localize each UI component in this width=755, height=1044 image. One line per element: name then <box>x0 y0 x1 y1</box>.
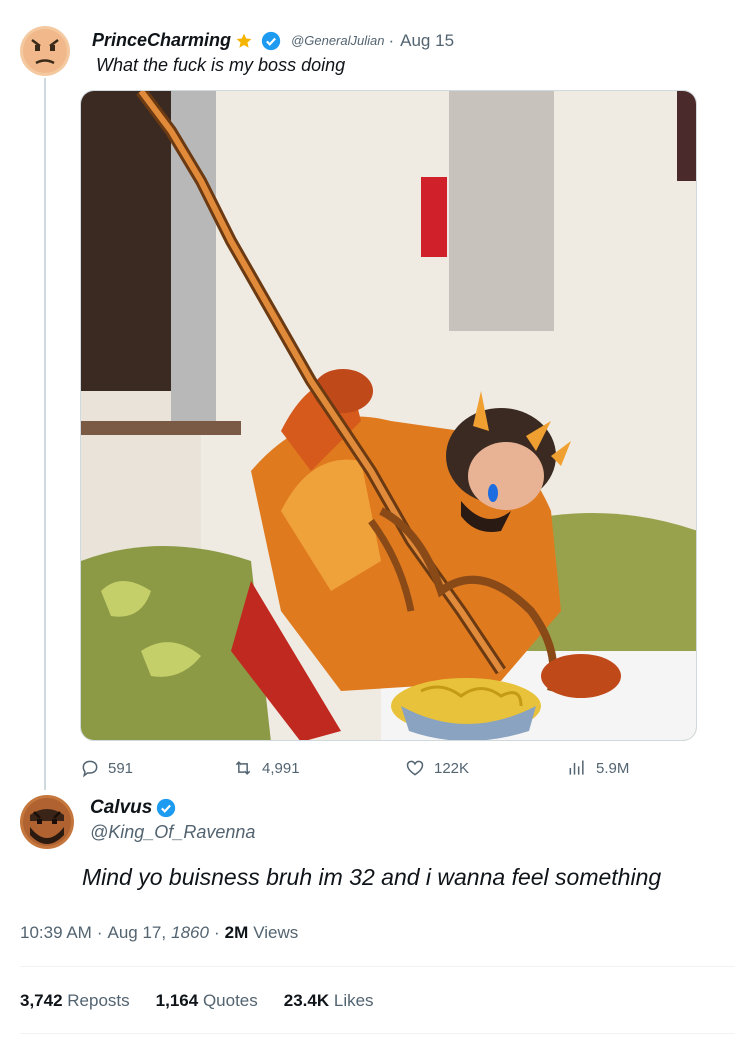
tweet-date[interactable]: Aug 17, <box>108 923 167 943</box>
quotes-stat-label: Quotes <box>202 991 258 1010</box>
like-action-button[interactable]: 122K <box>404 758 469 778</box>
verified-badge-icon <box>261 31 281 50</box>
divider <box>20 966 735 967</box>
reply-count: 591 <box>108 759 134 777</box>
reposts-stat-label: Reposts <box>67 991 130 1010</box>
tweet-meta-line: 10:39 AM · Aug 17, 1860 · 2M Views <box>20 923 298 943</box>
reposts-stat[interactable]: 3,742 Reposts <box>20 991 130 1011</box>
thread-connector-line <box>44 78 46 790</box>
quotes-stat-count: 1,164 <box>155 991 199 1010</box>
view-count: 5.9M <box>596 759 630 777</box>
original-handle[interactable]: @GeneralJulian <box>291 33 384 48</box>
meta-separator: · <box>213 923 220 942</box>
views-label: Views <box>253 923 299 942</box>
views-action-button[interactable]: 5.9M <box>566 758 629 778</box>
reply-action-button[interactable]: 591 <box>80 758 133 778</box>
heart-icon <box>406 760 424 776</box>
media-illustration <box>81 91 696 740</box>
bearded-face-avatar-icon <box>20 795 74 849</box>
like-count: 122K <box>434 759 470 777</box>
reply-tweet-text: Mind yo buisness bruh im 32 and i wanna … <box>82 864 662 890</box>
header-separator: · <box>388 30 395 50</box>
repost-action-button[interactable]: 4,991 <box>232 758 300 778</box>
engagement-stats: 3,742 Reposts 1,164 Quotes 23.4K Likes <box>20 991 374 1011</box>
tweet-media-image[interactable] <box>80 90 697 741</box>
reply-display-name[interactable]: Calvus <box>90 797 152 819</box>
reply-handle[interactable]: @King_Of_Ravenna <box>90 822 255 843</box>
original-tweet-header: PrinceCharming @GeneralJulian · Aug 15 <box>92 30 454 51</box>
views-count: 2M <box>224 923 249 942</box>
tweet-year: 1860 <box>171 923 209 942</box>
repost-arrows-icon <box>235 761 251 775</box>
original-date[interactable]: Aug 15 <box>400 31 454 51</box>
repost-count: 4,991 <box>262 759 300 777</box>
likes-stat-label: Likes <box>333 991 374 1010</box>
reply-bubble-icon <box>82 760 98 778</box>
analytics-bars-icon <box>569 760 584 775</box>
likes-stat-count: 23.4K <box>283 991 330 1010</box>
reply-author-avatar[interactable] <box>20 795 74 849</box>
meta-separator: · <box>96 923 103 942</box>
reply-header: Calvus <box>90 797 176 819</box>
likes-stat[interactable]: 23.4K Likes <box>284 991 374 1011</box>
original-author-avatar[interactable] <box>20 26 70 76</box>
original-tweet-text: What the fuck is my boss doing <box>96 55 346 75</box>
verified-badge-icon <box>157 798 176 818</box>
tweet-time[interactable]: 10:39 AM <box>20 923 92 943</box>
star-icon <box>236 33 252 48</box>
reposts-stat-count: 3,742 <box>20 991 63 1010</box>
original-display-name[interactable]: PrinceCharming <box>92 30 231 51</box>
angry-face-avatar-icon <box>20 26 70 76</box>
quotes-stat[interactable]: 1,164 Quotes <box>156 991 258 1011</box>
divider <box>20 1033 735 1034</box>
